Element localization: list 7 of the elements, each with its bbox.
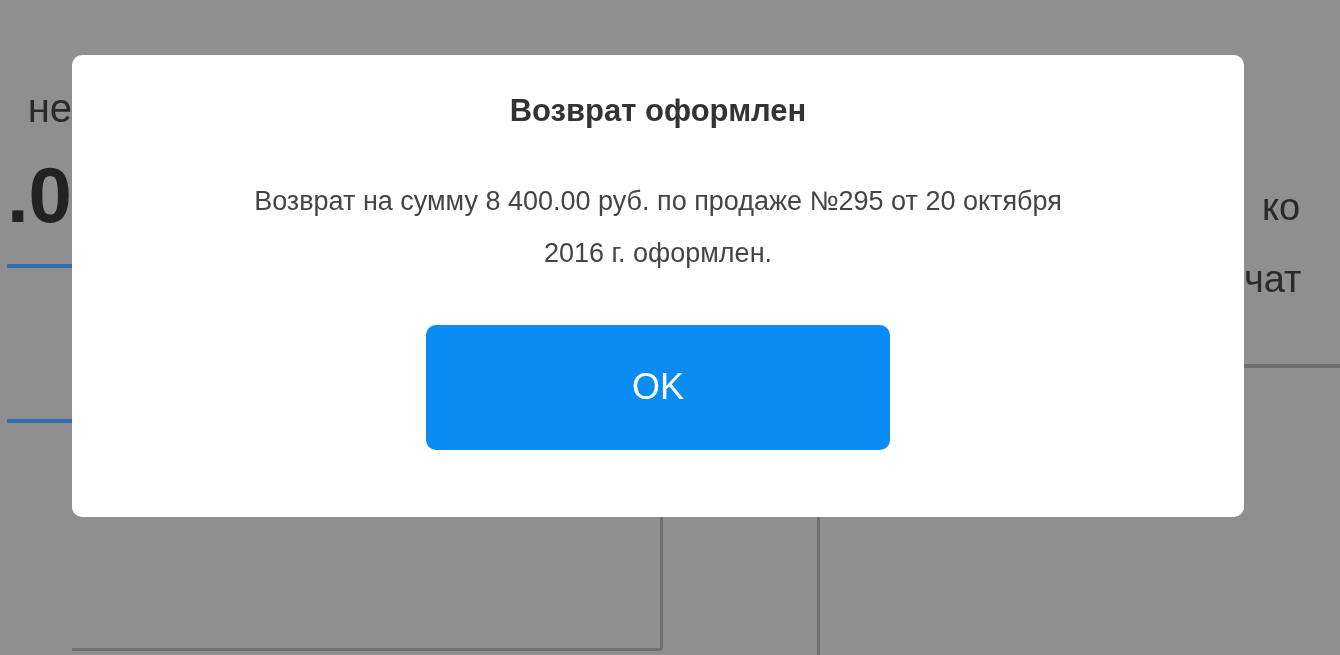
ok-button[interactable]: OK xyxy=(426,324,890,450)
background-text: ко xyxy=(1262,188,1302,226)
dialog-message: Возврат на сумму 8 400.00 руб. по продаже №295 от 20 октября 2016 г. оформлен. xyxy=(253,184,1063,270)
dialog-title: Возврат оформлен xyxy=(509,92,807,130)
background-text: не xyxy=(27,88,72,128)
background-amount: .0 xyxy=(6,156,72,234)
background-text: чат xyxy=(1244,260,1303,298)
